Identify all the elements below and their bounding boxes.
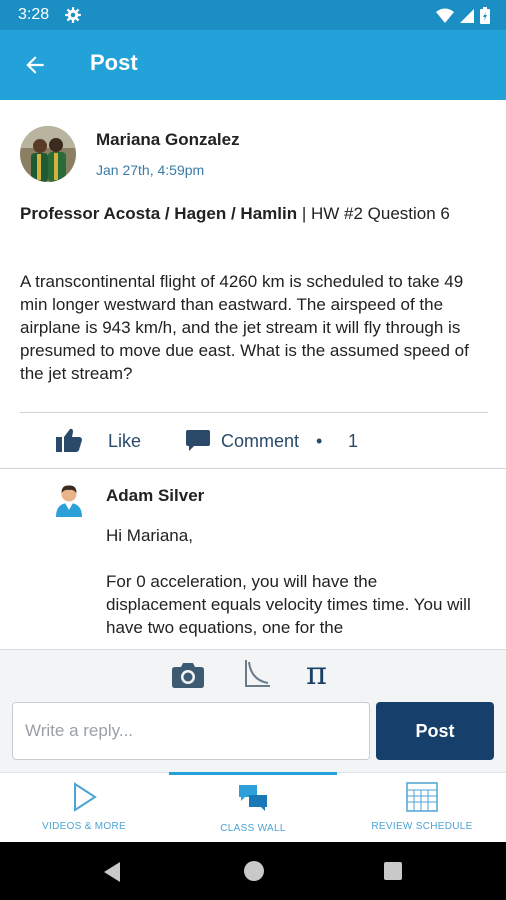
reply-input[interactable] (12, 702, 370, 760)
play-icon (74, 782, 97, 812)
nav-videos-more[interactable]: VIDEOS & MORE (0, 773, 168, 843)
post-actions: Like Comment • 1 (0, 416, 506, 468)
author-avatar[interactable] (20, 126, 76, 182)
system-nav-bar (0, 842, 506, 900)
reply-author[interactable]: Adam Silver (106, 486, 204, 506)
reply-avatar-icon (56, 485, 82, 517)
status-bar: 3:28 (0, 0, 506, 30)
reply-body: Hi Mariana, For 0 acceleration, you will… (106, 526, 471, 637)
post-button[interactable]: Post (376, 702, 494, 760)
divider (20, 412, 488, 413)
chat-icon (239, 785, 267, 811)
system-back-icon[interactable] (100, 860, 124, 884)
back-arrow-icon[interactable] (22, 52, 48, 78)
like-button[interactable]: Like (108, 431, 141, 452)
graph-icon[interactable] (242, 660, 270, 688)
comment-count: 1 (348, 431, 359, 451)
reply-composer: π Post (0, 649, 506, 772)
nav-review-schedule[interactable]: REVIEW SCHEDULE (338, 773, 506, 843)
bottom-nav: VIDEOS & MORE CLASS WALL REVIEW SCHEDULE (0, 772, 506, 842)
calendar-icon (406, 782, 438, 812)
wifi-icon (436, 8, 454, 23)
author-name[interactable]: Mariana Gonzalez (96, 130, 240, 150)
post-title-topic: | HW #2 Question 6 (297, 204, 450, 223)
thumbs-up-icon[interactable] (56, 428, 82, 452)
signal-icon (460, 8, 474, 23)
post-title: Professor Acosta / Hagen / Hamlin | HW #… (20, 202, 490, 225)
system-home-icon[interactable] (244, 861, 264, 881)
settings-gear-icon (65, 7, 81, 23)
system-recents-icon[interactable] (384, 862, 402, 880)
page-title: Post (90, 50, 138, 75)
comment-button[interactable]: Comment (221, 431, 299, 452)
status-time: 3:28 (18, 6, 50, 23)
battery-icon (480, 7, 490, 24)
reply-list[interactable]: Adam Silver Hi Mariana, For 0 accelerati… (0, 469, 506, 649)
comment-icon[interactable] (186, 430, 210, 452)
nav-label: CLASS WALL (220, 823, 286, 834)
comment-separator: • (316, 431, 323, 451)
post-date: Jan 27th, 4:59pm (96, 162, 205, 178)
post-body: A transcontinental flight of 4260 km is … (20, 272, 469, 383)
nav-label: REVIEW SCHEDULE (371, 821, 473, 832)
post-title-course: Professor Acosta / Hagen / Hamlin (20, 204, 298, 223)
pi-icon[interactable]: π (306, 654, 327, 692)
camera-icon[interactable] (172, 662, 204, 688)
status-icons (436, 7, 490, 24)
nav-label: VIDEOS & MORE (42, 821, 126, 832)
app-bar: Post (0, 30, 506, 100)
nav-class-wall[interactable]: CLASS WALL (169, 772, 337, 842)
